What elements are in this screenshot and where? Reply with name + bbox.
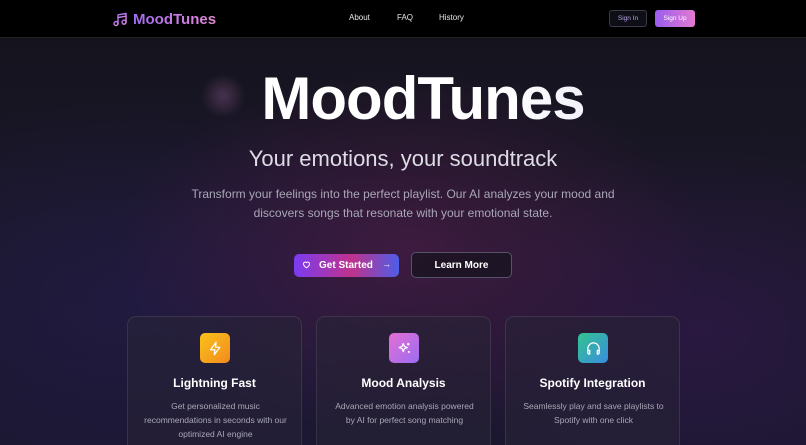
feature-title: Lightning Fast bbox=[173, 376, 256, 390]
learn-more-button[interactable]: Learn More bbox=[411, 252, 512, 278]
sparkles-icon bbox=[398, 342, 410, 353]
hero-subtitle: Your emotions, your soundtrack bbox=[248, 146, 558, 171]
heart-icon bbox=[303, 261, 310, 269]
feature-icon-tile bbox=[389, 333, 419, 363]
arrow-right-icon: → bbox=[382, 259, 391, 269]
get-started-button[interactable]: Get Started → bbox=[294, 254, 399, 277]
music-note-icon bbox=[113, 12, 127, 26]
brand-logo[interactable]: MoodTunes bbox=[112, 9, 216, 29]
hero-title: MoodTunes bbox=[0, 64, 806, 133]
top-navbar: MoodTunes About FAQ History Sign In Sign… bbox=[0, 0, 806, 38]
feature-title: Spotify Integration bbox=[539, 376, 646, 390]
nav-link-faq[interactable]: FAQ bbox=[397, 13, 413, 22]
sign-in-button[interactable]: Sign In bbox=[609, 10, 647, 27]
feature-description: Advanced emotion analysis powered by AI … bbox=[335, 401, 474, 425]
get-started-label: Get Started bbox=[319, 260, 373, 271]
feature-icon-tile bbox=[578, 333, 608, 363]
nav-link-history[interactable]: History bbox=[439, 13, 464, 22]
nav-link-about[interactable]: About bbox=[349, 13, 370, 22]
headphones-icon bbox=[586, 341, 600, 355]
feature-icon-tile bbox=[200, 333, 230, 363]
feature-card-spotify-integration: Spotify Integration Seamlessly play and … bbox=[505, 316, 680, 445]
lightning-icon bbox=[209, 341, 220, 355]
feature-card-lightning-fast: Lightning Fast Get personalized music re… bbox=[127, 316, 302, 445]
feature-card-mood-analysis: Mood Analysis Advanced emotion analysis … bbox=[316, 316, 491, 445]
sign-up-button[interactable]: Sign Up bbox=[655, 10, 695, 27]
feature-description: Get personalized music recommendations i… bbox=[144, 401, 287, 439]
feature-title: Mood Analysis bbox=[361, 376, 446, 390]
feature-description: Seamlessly play and save playlists to Sp… bbox=[523, 401, 664, 425]
hero-description: Transform your feelings into the perfect… bbox=[191, 187, 615, 220]
brand-name: MoodTunes bbox=[133, 10, 217, 28]
